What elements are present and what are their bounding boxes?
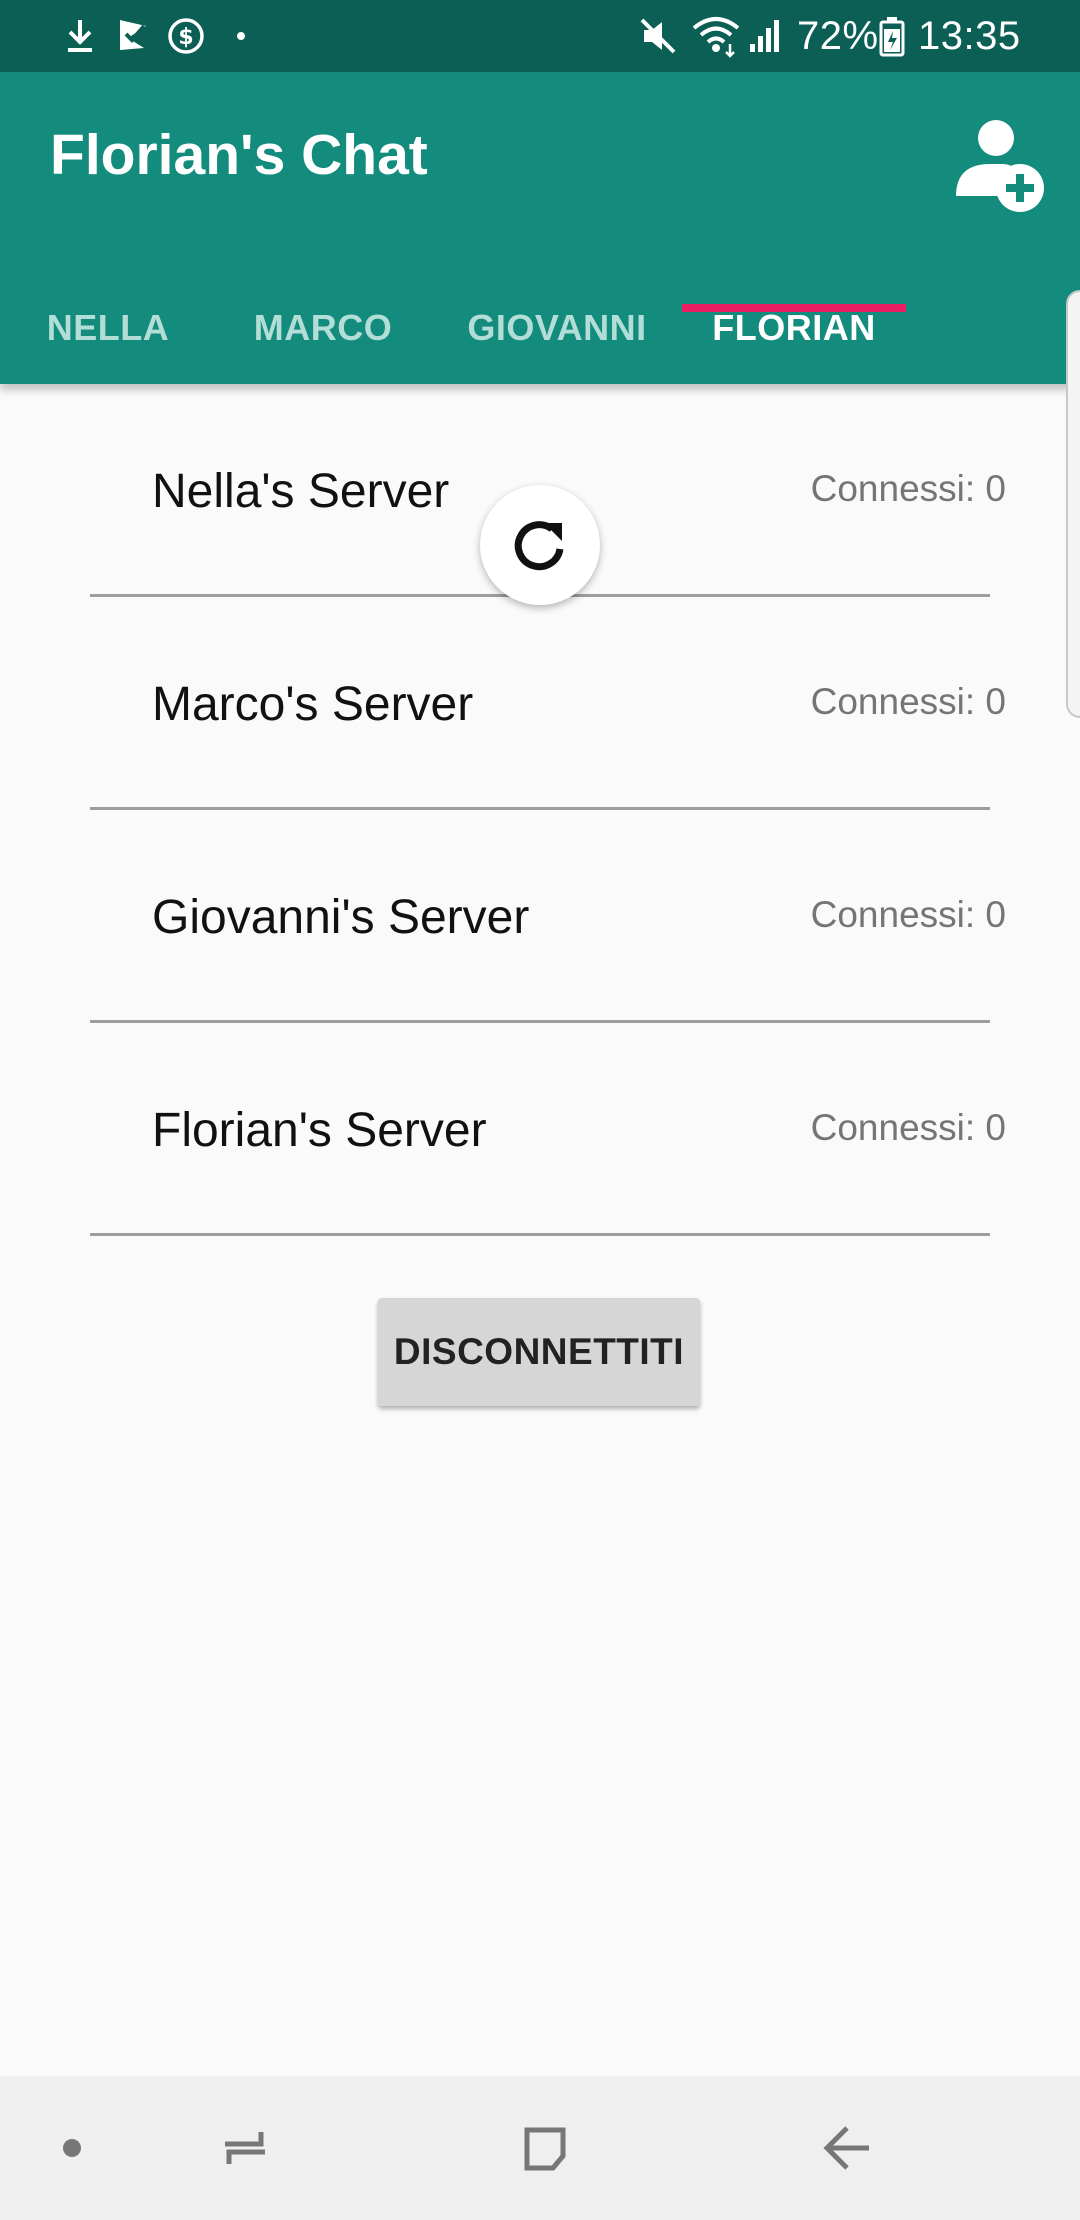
refresh-icon [514, 521, 564, 571]
tab-nella[interactable]: NELLA [30, 272, 186, 384]
nav-dot-icon[interactable] [40, 2076, 104, 2220]
clock: 13:35 [918, 13, 1021, 58]
back-icon[interactable] [792, 2076, 902, 2220]
server-name: Giovanni's Server [152, 891, 530, 944]
server-list: Nella's Server Connessi: 0 Marco's Serve… [0, 384, 1080, 2076]
tab-marco[interactable]: MARCO [236, 272, 410, 384]
download-icon [62, 0, 98, 72]
server-connected-count: Connessi: 0 [810, 1107, 1006, 1148]
tab-florian[interactable]: FLORIAN [682, 272, 906, 384]
server-connected-count: Connessi: 0 [810, 894, 1006, 935]
server-row-giovanni[interactable]: Giovanni's Server Connessi: 0 [90, 810, 1006, 1023]
edge-panel-handle[interactable] [1066, 290, 1080, 718]
dot-icon [236, 0, 246, 72]
recent-apps-icon[interactable] [190, 2076, 300, 2220]
server-connected-count: Connessi: 0 [810, 468, 1006, 509]
app-bar: Florian's Chat NELLA MARCO GIOVANNI FLOR… [0, 72, 1080, 384]
home-icon[interactable] [490, 2076, 600, 2220]
mute-icon [638, 0, 678, 72]
signal-icon [748, 0, 784, 72]
navigation-bar [0, 2076, 1080, 2220]
svg-text:$: $ [178, 25, 193, 50]
server-row-marco[interactable]: Marco's Server Connessi: 0 [90, 597, 1006, 810]
wifi-icon [690, 0, 742, 72]
refresh-button[interactable] [480, 485, 600, 605]
battery-percent: 72% [797, 13, 879, 58]
server-connected-count: Connessi: 0 [810, 681, 1006, 722]
server-row-florian[interactable]: Florian's Server Connessi: 0 [90, 1023, 1006, 1236]
dollar-icon: $ [166, 0, 206, 72]
server-name: Marco's Server [152, 678, 474, 731]
status-bar: $ 72% 13:35 [0, 0, 1080, 72]
server-name: Nella's Server [152, 465, 450, 518]
add-user-icon [956, 120, 1044, 212]
flag-icon [114, 0, 152, 72]
battery-icon [878, 0, 906, 72]
app-title: Florian's Chat [50, 123, 428, 187]
disconnect-button[interactable]: DISCONNETTITI [378, 1298, 700, 1406]
server-name: Florian's Server [152, 1104, 487, 1157]
active-tab-indicator [682, 304, 906, 312]
tab-giovanni[interactable]: GIOVANNI [452, 272, 662, 384]
add-user-button[interactable] [948, 116, 1048, 216]
tab-bar: NELLA MARCO GIOVANNI FLORIAN [0, 272, 1080, 384]
